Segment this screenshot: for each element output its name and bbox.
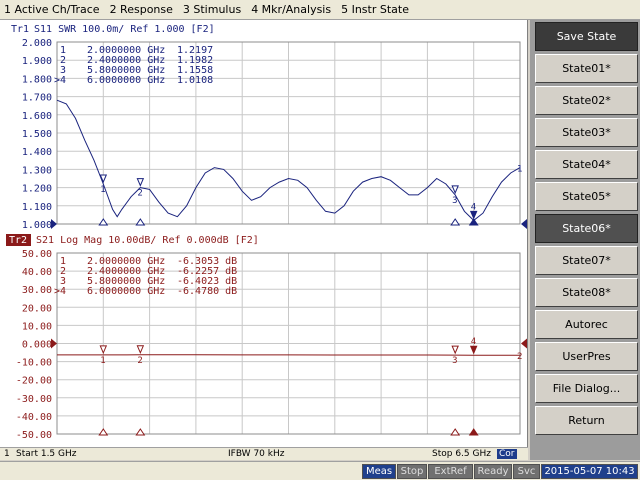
t2-y-tick-label: -30.00 [16,394,52,405]
start-frequency: Start 1.5 GHz [16,449,77,459]
softkey-header-save-state: Save State [535,22,638,51]
instrument-status-bar: Meas Stop ExtRef Ready Svc 2015-05-07 10… [0,461,640,480]
t2-stimulus-marker [98,428,109,436]
t2-y-tick-label: 10.00 [22,321,52,332]
t1-y-tick-label: 2.000 [22,38,52,49]
ifbw-value: IFBW 70 kHz [228,449,285,459]
t1-stimulus-marker [98,218,109,226]
t2-stimulus-marker [468,428,479,436]
softkey-state07[interactable]: State07* [535,246,638,275]
stop-indicator: Stop [397,464,427,479]
correction-badge: Cor [497,449,517,459]
t2-y-tick-label: 50.00 [22,249,52,260]
t1-y-tick-label: 1.200 [22,184,52,195]
t2-y-tick-label: 40.00 [22,267,52,278]
t2-y-tick-label: 20.00 [22,303,52,314]
t1-marker-value: 1.0108 [177,75,213,86]
t2-trace-number: 2 [517,352,522,362]
t2-marker-label: 2 [137,356,142,366]
t1-marker-label: 2 [137,189,142,199]
t2-y-tick-label: 30.00 [22,285,52,296]
stop-frequency: Stop 6.5 GHz [432,449,491,459]
softkey-state05[interactable]: State05* [535,182,638,211]
t1-marker-num: >4 [54,75,66,86]
t1-y-tick-label: 1.300 [22,165,52,176]
t2-marker-num: >4 [54,286,66,297]
softkey-userpres[interactable]: UserPres [535,342,638,371]
t1-y-tick-label: 1.100 [22,202,52,213]
t2-ref-arrow-right [521,338,527,349]
trace1-plot: Tr1 S11 SWR 100.0m/ Ref 1.000 [F2] 2.000 1.… [11,24,527,231]
menu-mkr-analysis[interactable]: 4 Mkr/Analysis [247,3,337,16]
trace2-header: S21 Log Mag 10.00dB/ Ref 0.000dB [F2] [36,235,259,246]
t1-marker-freq: 6.0000000 GHz [87,75,165,86]
softkey-panel: Save State State01* State02* State03* St… [530,20,640,460]
t2-marker-triangle [451,345,459,355]
t2-y-tick-label: -20.00 [16,376,52,387]
menu-response[interactable]: 2 Response [106,3,179,16]
t2-marker-label: 1 [100,356,105,366]
t1-y-tick-label: 1.700 [22,93,52,104]
trace1-id: Tr1 [11,24,29,35]
t2-marker-value: -6.4780 dB [177,286,237,297]
ready-indicator: Ready [474,464,512,479]
softkey-file-dialog[interactable]: File Dialog... [535,374,638,403]
t2-ref-arrow-left [51,338,57,349]
softkey-state03[interactable]: State03* [535,118,638,147]
t1-stimulus-marker [135,218,146,226]
t1-y-tick-label: 1.400 [22,147,52,158]
date-time: 2015-05-07 10:43 [541,464,638,479]
channel-number: 1 [4,449,10,459]
t2-marker-triangle [136,345,145,355]
t2-marker-label: 3 [452,356,457,366]
meas-indicator: Meas [362,464,396,479]
t1-ref-arrow-left [51,219,57,229]
softkey-state02[interactable]: State02* [535,86,638,115]
t2-y-tick-label: -50.00 [16,430,52,441]
trace2-id: Tr2 [9,235,27,246]
t1-y-tick-label: 1.800 [22,74,52,85]
t1-marker-label: 3 [452,196,457,206]
t1-marker-triangle [136,178,145,187]
t2-marker-triangle [99,345,108,355]
t1-marker-triangle [469,210,478,220]
t1-stimulus-marker [468,218,479,226]
t1-marker-label: 4 [471,202,476,212]
t2-stimulus-marker [135,428,146,436]
channel-status-bar: 1 Start 1.5 GHz IFBW 70 kHz Stop 6.5 GHz… [0,447,528,460]
t1-trace-number: 1 [517,165,522,175]
t1-y-tick-label: 1.600 [22,111,52,122]
t2-y-tick-label: -40.00 [16,412,52,423]
t1-stimulus-marker [450,218,461,226]
menu-instr-state[interactable]: 5 Instr State [337,3,415,16]
extref-indicator: ExtRef [428,464,473,479]
t1-ref-arrow-right [521,219,527,229]
trace-display: Tr1 S11 SWR 100.0m/ Ref 1.000 [F2] 2.000 1.… [0,20,528,447]
softkey-state01[interactable]: State01* [535,54,638,83]
t2-marker-triangle [469,345,478,355]
t1-y-tick-label: 1.500 [22,129,52,140]
t2-y-tick-label: -10.00 [16,358,52,369]
menu-active-ch-trace[interactable]: 1 Active Ch/Trace [0,3,106,16]
t1-y-tick-label: 1.000 [22,220,52,231]
t1-marker-label: 1 [100,185,105,195]
t2-marker-freq: 6.0000000 GHz [87,286,165,297]
trace-plots: Tr1 S11 SWR 100.0m/ Ref 1.000 [F2] 2.000 1.… [6,24,527,441]
softkey-autorec[interactable]: Autorec [535,310,638,339]
softkey-state04[interactable]: State04* [535,150,638,179]
menu-stimulus[interactable]: 3 Stimulus [179,3,247,16]
t1-y-tick-label: 1.900 [22,56,52,67]
svc-indicator: Svc [513,464,540,479]
menu-bar: 1 Active Ch/Trace 2 Response 3 Stimulus … [0,0,640,20]
softkey-state06[interactable]: State06* [535,214,638,243]
t2-marker-label: 4 [471,337,476,347]
softkey-state08[interactable]: State08* [535,278,638,307]
trace2-plot: Tr2 S21 Log Mag 10.00dB/ Ref 0.000dB [F2]… [6,234,527,441]
softkey-return[interactable]: Return [535,406,638,435]
t2-y-tick-label: 0.000 [22,340,52,351]
t2-stimulus-marker [450,428,461,436]
trace1-header: S11 SWR 100.0m/ Ref 1.000 [F2] [34,24,215,35]
